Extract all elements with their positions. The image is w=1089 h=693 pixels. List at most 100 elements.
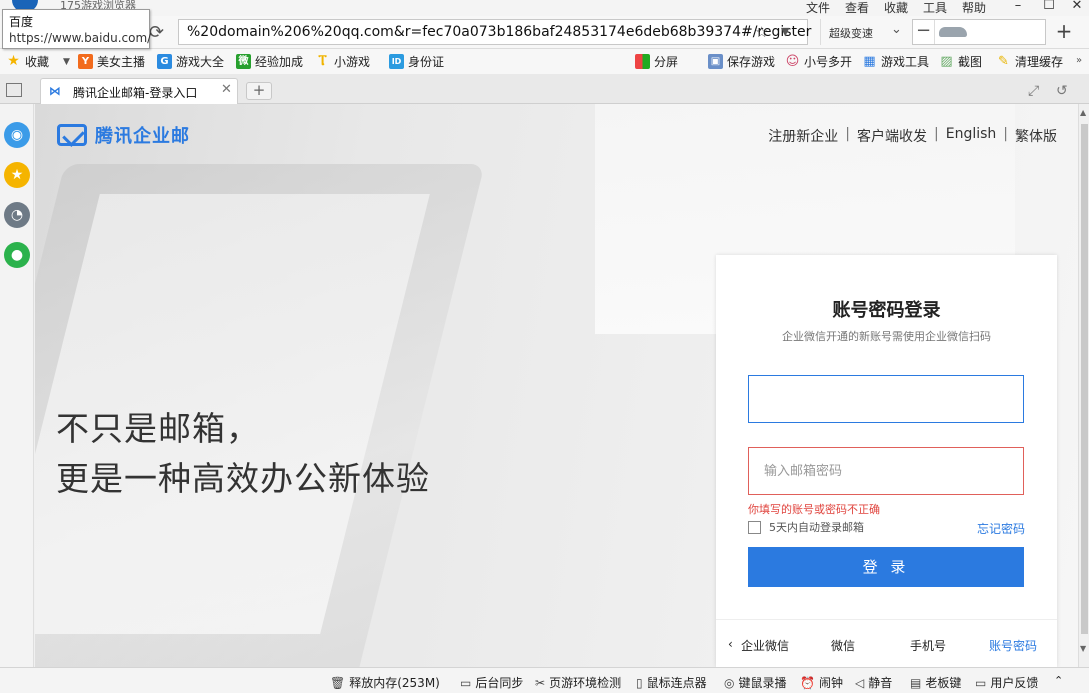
status-feedback[interactable]: ▭ 用户反馈 (975, 674, 1038, 691)
scrollbar-thumb[interactable] (1081, 124, 1088, 634)
tab-wecom[interactable]: 企业微信 (741, 637, 789, 654)
url-dropdown-icon[interactable]: ▼ (781, 25, 789, 38)
login-button[interactable]: 登 录 (748, 547, 1024, 587)
status-label: 释放内存(253M) (349, 676, 440, 690)
remember-label: 5天内自动登录邮箱 (769, 521, 864, 534)
tools-icon: ✂ (535, 675, 546, 690)
speed-increase-button[interactable]: + (1052, 19, 1076, 45)
login-subtitle: 企业微信开通的新账号需使用企业微信扫码 (782, 330, 991, 343)
login-error-message: 你填写的账号或密码不正确 (748, 503, 880, 516)
bookmark-label: 收藏 (25, 55, 50, 69)
car-icon (939, 27, 967, 37)
bookmark-star-icon[interactable]: ☆ (755, 23, 768, 41)
menu-tools[interactable]: 工具 (923, 0, 962, 16)
vertical-scrollbar[interactable]: ▲ ▼ (1078, 104, 1089, 667)
scroll-up-icon[interactable]: ▲ (1080, 108, 1086, 117)
status-auto-clicker[interactable]: ▯ 鼠标连点器 (636, 674, 707, 691)
url-text[interactable]: %20domain%206%20qq.com&r=fec70a073b186ba… (187, 24, 811, 40)
maximize-button[interactable]: ☐ (1034, 0, 1064, 16)
link-english[interactable]: English (946, 126, 997, 146)
trophy-icon: Ⲧ (318, 53, 327, 69)
back-chevron-icon[interactable]: ‹ (728, 637, 733, 651)
history-clock-icon[interactable]: ◔ (4, 202, 30, 228)
caret-down-icon[interactable]: ▼ (63, 57, 70, 67)
window-icon: ▭ (460, 675, 472, 690)
remember-login[interactable]: 5天内自动登录邮箱 (748, 519, 864, 535)
bookmark-id-card[interactable]: ID 身份证 (389, 53, 444, 70)
restore-tab-icon[interactable]: ↺ (1056, 83, 1068, 99)
url-field[interactable]: ⟳ %20domain%206%20qq.com&r=fec70a073b186… (149, 19, 811, 45)
close-tab-icon[interactable]: ✕ (221, 82, 232, 97)
tool-split-screen[interactable]: 分屏 (635, 53, 678, 70)
tool-label: 保存游戏 (727, 55, 776, 69)
gamepad-icon: ▦ (863, 54, 876, 69)
g-icon: G (157, 54, 172, 69)
bookmark-label: 游戏大全 (176, 55, 225, 69)
y-icon: Y (78, 54, 93, 69)
speed-decrease-button[interactable]: − (913, 20, 935, 44)
status-boss-key[interactable]: ▤ 老板键 (910, 674, 961, 691)
tab-active[interactable]: ⋈ 腾讯企业邮箱-登录入口 ✕ (40, 78, 238, 105)
refresh-icon[interactable]: ⟳ (149, 22, 164, 43)
sidebar-toggle-icon[interactable] (6, 83, 22, 97)
password-input[interactable] (749, 448, 1023, 494)
expand-up-icon[interactable]: ⌃ (1054, 674, 1063, 687)
id-icon: ID (389, 54, 404, 69)
tab-wechat[interactable]: 微信 (831, 637, 855, 654)
users-icon: ☺ (785, 54, 800, 69)
bookmark-mini-games[interactable]: Ⲧ 小游戏 (315, 53, 370, 70)
speaker-icon: ◁ (855, 675, 865, 690)
link-register[interactable]: 注册新企业 (768, 126, 838, 146)
gamepad-icon[interactable]: ◉ (4, 122, 30, 148)
tool-multi-account[interactable]: ☺ 小号多开 (785, 53, 852, 70)
bookmark-exp-boost[interactable]: 微 经验加成 (236, 53, 303, 70)
scroll-down-icon[interactable]: ▼ (1080, 644, 1086, 653)
tool-game-tools[interactable]: ▦ 游戏工具 (862, 53, 929, 70)
status-free-memory[interactable]: 🗑 释放内存(253M) (330, 674, 440, 691)
tool-clear-cache[interactable]: ✎ 清理缓存 (996, 53, 1063, 70)
boss-key-icon: ▤ (910, 675, 922, 690)
status-mute[interactable]: ◁ 静音 (855, 674, 892, 691)
speed-selector[interactable]: 超级变速 ⌄ (820, 19, 912, 45)
new-tab-button[interactable]: + (246, 82, 272, 100)
menu-help[interactable]: 帮助 (962, 0, 1001, 16)
forgot-password-link[interactable]: 忘记密码 (977, 520, 1025, 537)
speed-slider[interactable]: − (912, 19, 1046, 45)
bookmark-games[interactable]: G 游戏大全 (157, 53, 224, 70)
title-bar: 175游戏浏览器 文件 查看 收藏 工具 帮助 – ☐ ✕ (0, 0, 1089, 16)
bookmark-favorites[interactable]: ★ 收藏 ▼ (6, 53, 70, 70)
status-background-sync[interactable]: ▭ 后台同步 (460, 674, 523, 691)
username-input[interactable] (749, 376, 1023, 422)
tooltip-title: 百度 (9, 15, 34, 29)
tool-save-game[interactable]: ▣ 保存游戏 (708, 53, 775, 70)
slogan-line-2: 更是一种高效办公新体验 (56, 459, 430, 498)
link-client[interactable]: 客户端收发 (857, 126, 927, 146)
menu-view[interactable]: 查看 (845, 0, 884, 16)
separator: | (934, 126, 939, 142)
bookmarks-bar: ★ 收藏 ▼ Y 美女主播 G 游戏大全 微 经验加成 Ⲧ 小游戏 ID 身份证… (0, 49, 1089, 74)
remember-checkbox[interactable] (748, 520, 761, 534)
tool-label: 清理缓存 (1015, 55, 1064, 69)
link-traditional[interactable]: 繁体版 (1015, 126, 1057, 146)
wechat-icon[interactable]: ● (4, 242, 30, 268)
save-icon: ▣ (708, 54, 723, 69)
close-window-button[interactable]: ✕ (1062, 0, 1089, 16)
tencent-mail-favicon-icon: ⋈ (49, 84, 61, 98)
tool-screenshot[interactable]: ▨ 截图 (939, 53, 982, 70)
menu-favorites[interactable]: 收藏 (884, 0, 923, 16)
status-env-check[interactable]: ✂ 页游环境检测 (535, 674, 621, 691)
tab-account-password[interactable]: 账号密码 (989, 637, 1037, 654)
menu-file[interactable]: 文件 (806, 0, 845, 16)
status-alarm[interactable]: ⏰ 闹钟 (800, 674, 843, 691)
more-chevron-icon[interactable]: » (1076, 55, 1082, 66)
tab-phone[interactable]: 手机号 (910, 637, 946, 654)
bookmark-label: 小游戏 (334, 55, 371, 69)
minimize-button[interactable]: – (1003, 0, 1033, 16)
wei-icon: 微 (236, 54, 251, 69)
brand-logo[interactable]: 腾讯企业邮 (57, 122, 190, 148)
bookmark-beauty-live[interactable]: Y 美女主播 (78, 53, 145, 70)
status-label: 键鼠录播 (738, 676, 787, 690)
fullscreen-icon[interactable]: ⤢ (1028, 83, 1039, 99)
status-macro-record[interactable]: ◎ 键鼠录播 (724, 674, 787, 691)
star-icon[interactable]: ★ (4, 162, 30, 188)
